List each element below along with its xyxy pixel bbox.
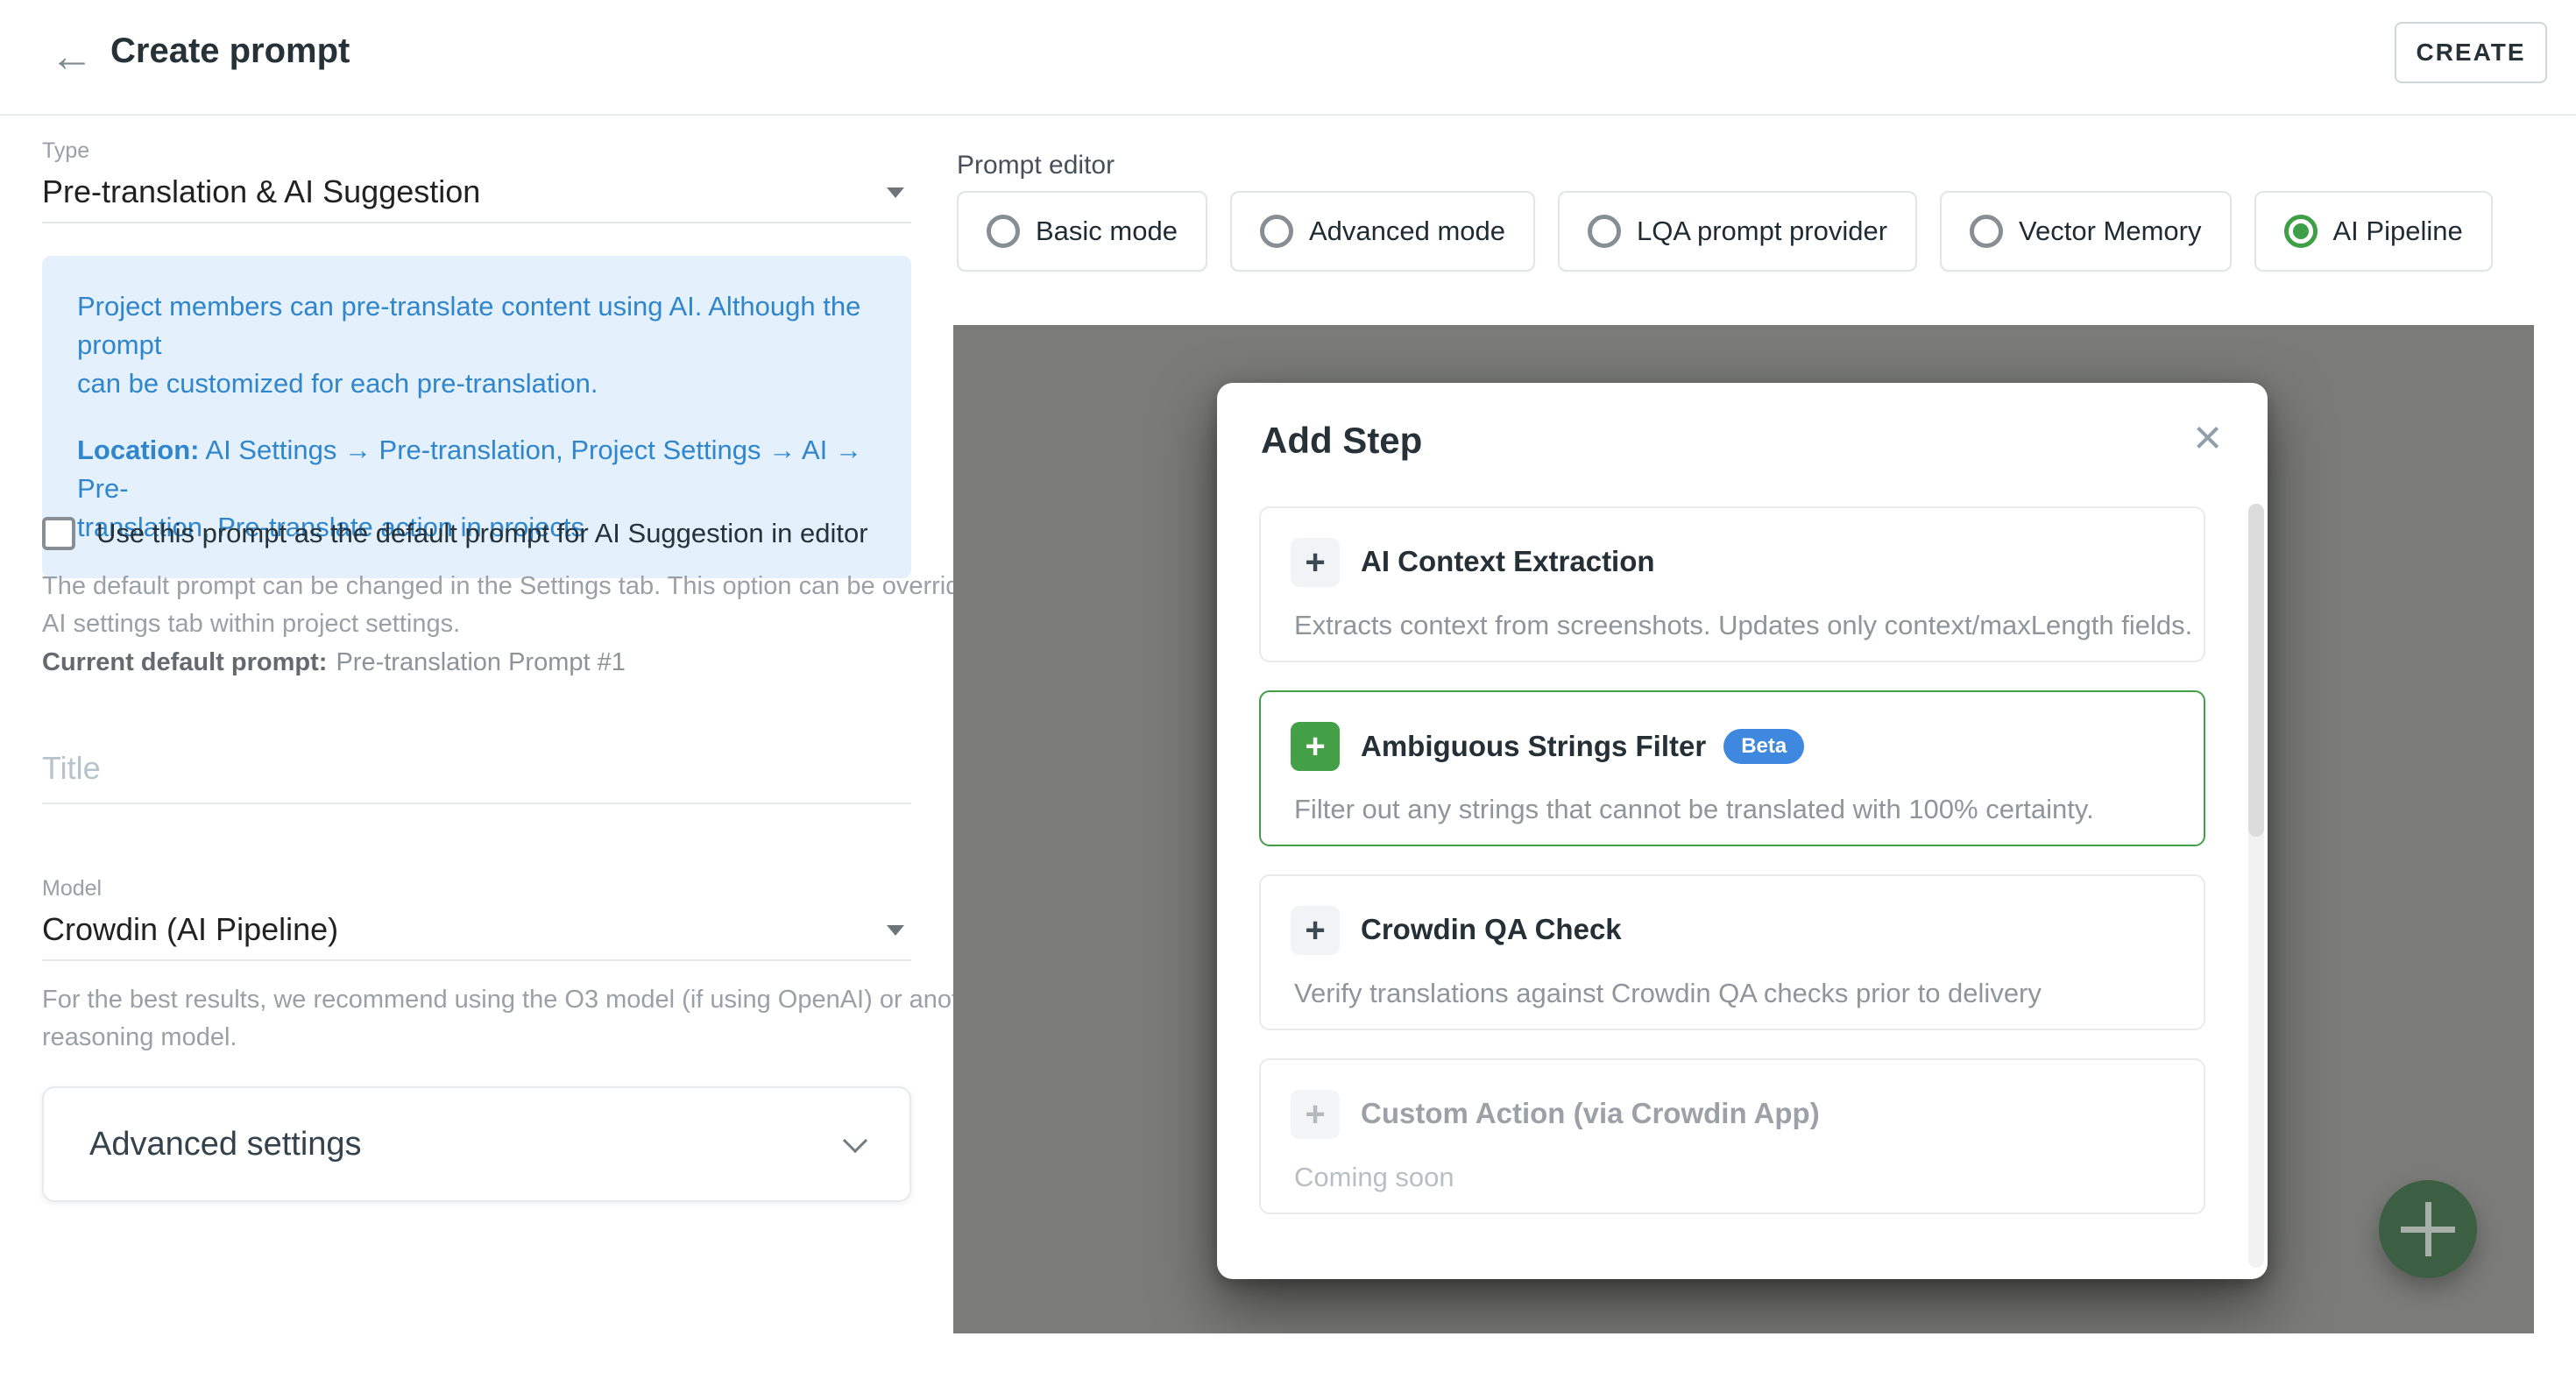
step-list: + AI Context Extraction Extracts context… <box>1259 506 2205 1242</box>
radio-icon <box>1970 215 2003 248</box>
create-button[interactable]: CREATE <box>2395 22 2547 83</box>
model-select[interactable]: Crowdin (AI Pipeline) <box>42 911 338 948</box>
plus-icon: + <box>1291 1090 1340 1139</box>
default-prompt-checkbox-row[interactable]: Use this prompt as the default prompt fo… <box>42 517 868 550</box>
editor-mode-label: Advanced mode <box>1309 216 1505 247</box>
editor-mode-option[interactable]: AI Pipeline <box>2254 191 2493 272</box>
plus-icon: + <box>1291 722 1340 771</box>
model-label: Model <box>42 876 102 902</box>
step-title: Custom Action (via Crowdin App) <box>1361 1097 1820 1130</box>
type-label: Type <box>42 138 89 164</box>
step-description: Coming soon <box>1294 1162 1454 1193</box>
close-icon[interactable]: × <box>2193 409 2222 465</box>
scrollbar-thumb[interactable] <box>2248 504 2264 837</box>
type-select[interactable]: Pre-translation & AI Suggestion <box>42 173 480 210</box>
editor-mode-label: Basic mode <box>1036 216 1178 247</box>
current-default-label: Current default prompt: <box>42 648 327 676</box>
radio-icon <box>2284 215 2318 248</box>
chevron-down-icon <box>887 187 904 198</box>
add-step-fab[interactable] <box>2379 1180 2477 1278</box>
advanced-settings-toggle[interactable]: Advanced settings <box>42 1086 911 1202</box>
beta-badge: Beta <box>1723 729 1804 764</box>
advanced-settings-label: Advanced settings <box>89 1126 846 1163</box>
add-step-modal: Add Step × + AI Context Extraction Extra… <box>1217 383 2268 1279</box>
checkbox-icon[interactable] <box>42 517 75 550</box>
current-default-value: Pre-translation Prompt #1 <box>336 648 625 676</box>
modal-title: Add Step <box>1261 420 1422 462</box>
editor-mode-option[interactable]: Basic mode <box>957 191 1207 272</box>
editor-canvas-dimmed: Add Step × + AI Context Extraction Extra… <box>953 325 2534 1333</box>
editor-mode-label: AI Pipeline <box>2333 216 2463 247</box>
step-card[interactable]: + Custom Action (via Crowdin App) Coming… <box>1259 1058 2205 1214</box>
type-select-underline <box>42 222 911 223</box>
back-button[interactable]: ← <box>46 30 98 82</box>
prompt-editor-label: Prompt editor <box>957 151 1115 180</box>
step-description: Verify translations against Crowdin QA c… <box>1294 978 2042 1009</box>
editor-mode-label: LQA prompt provider <box>1637 216 1887 247</box>
editor-mode-label: Vector Memory <box>2019 216 2201 247</box>
checkbox-label: Use this prompt as the default prompt fo… <box>96 518 868 549</box>
step-title: Crowdin QA Check <box>1361 913 1622 946</box>
radio-icon <box>1260 215 1293 248</box>
chevron-down-icon <box>843 1128 867 1153</box>
step-card[interactable]: + Crowdin QA Check Verify translations a… <box>1259 874 2205 1030</box>
radio-icon <box>1588 215 1621 248</box>
page-title: Create prompt <box>110 32 350 71</box>
radio-icon <box>987 215 1020 248</box>
current-default-prompt: Current default prompt: Pre-translation P… <box>42 648 626 677</box>
step-description: Filter out any strings that cannot be tr… <box>1294 794 2094 825</box>
plus-icon: + <box>1291 906 1340 955</box>
modal-scrollbar[interactable] <box>2248 504 2264 1268</box>
model-select-underline <box>42 959 911 961</box>
editor-mode-group: Basic mode Advanced mode LQA prompt prov… <box>957 191 2493 272</box>
header: ← Create prompt CREATE <box>0 0 2576 116</box>
chevron-down-icon <box>887 925 904 936</box>
info-location-label: Location: <box>77 435 200 465</box>
editor-mode-option[interactable]: Advanced mode <box>1230 191 1535 272</box>
plus-icon: + <box>1291 538 1340 587</box>
create-prompt-screen: ← Create prompt CREATE Type Pre-translat… <box>0 0 2576 1393</box>
step-title: Ambiguous Strings Filter <box>1361 730 1706 763</box>
step-card[interactable]: + Ambiguous Strings Filter Beta Filter o… <box>1259 690 2205 846</box>
editor-mode-option[interactable]: LQA prompt provider <box>1558 191 1917 272</box>
step-title: AI Context Extraction <box>1361 545 1655 578</box>
title-input[interactable] <box>42 734 911 804</box>
default-prompt-help: The default prompt can be changed in the… <box>42 568 1072 643</box>
info-paragraph: Project members can pre-translate conten… <box>77 287 876 403</box>
step-card[interactable]: + AI Context Extraction Extracts context… <box>1259 506 2205 662</box>
model-help: For the best results, we recommend using… <box>42 981 995 1057</box>
editor-mode-option[interactable]: Vector Memory <box>1940 191 2231 272</box>
arrow-left-icon: ← <box>50 31 94 81</box>
step-description: Extracts context from screenshots. Updat… <box>1294 610 2192 641</box>
